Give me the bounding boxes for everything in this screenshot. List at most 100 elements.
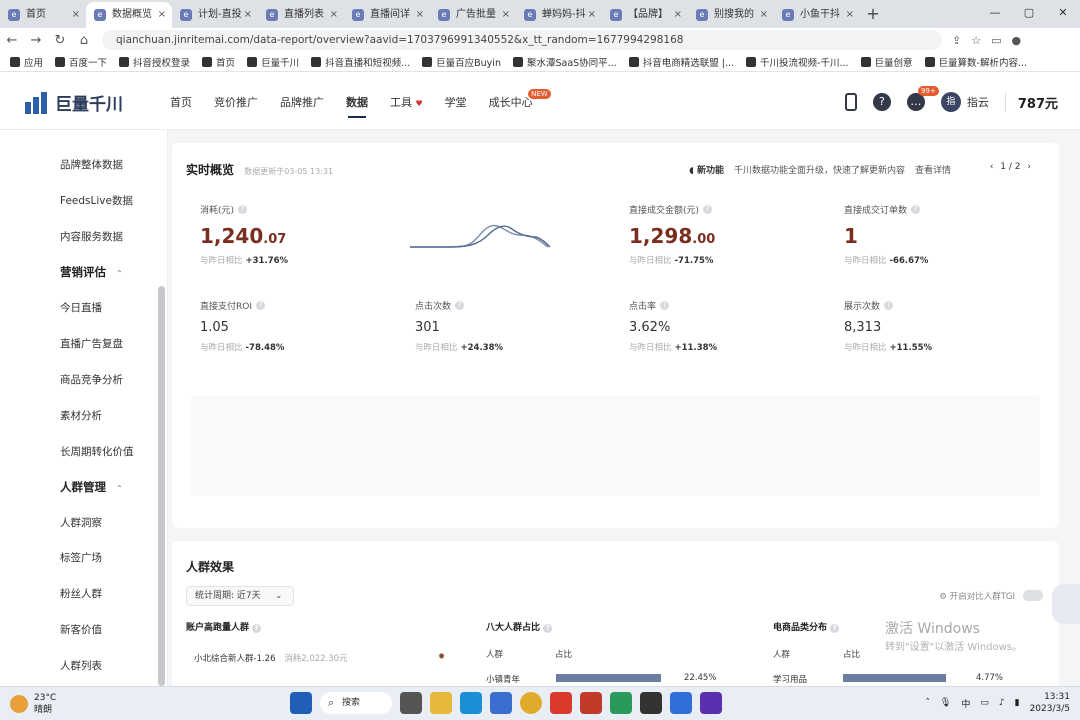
user-menu[interactable]: 指 指云 [940,92,989,112]
metric-card[interactable]: 消耗(元)? 1,240.07 与昨日相比 +31.76% [200,203,288,266]
home-icon[interactable]: ⌂ [72,33,96,48]
app-icon[interactable] [700,692,722,714]
back-icon[interactable]: ← [0,33,24,48]
sidebar-item[interactable]: 长周期转化价值 [60,444,134,459]
minimize-icon[interactable]: — [978,0,1012,26]
browser-tab[interactable]: e 直播列表 × [258,2,344,28]
metric-card[interactable]: 直接成交订单数? 1 与昨日相比 -66.67% [844,203,928,266]
message-icon[interactable]: … 99+ [906,86,939,111]
notice-details-link[interactable]: 查看详情 [915,163,951,176]
task-view-icon[interactable] [400,692,422,714]
tab-close-icon[interactable]: × [416,2,424,28]
ime-indicator[interactable]: 中 [961,697,970,710]
browser-tab[interactable]: e 直播间详 × [344,2,430,28]
clock[interactable]: 13:31 2023/3/5 [1030,691,1070,715]
nav-item[interactable]: 学堂 [445,94,467,110]
bookmark-item[interactable]: 应用 [10,55,43,69]
bookmark-item[interactable]: 抖音直播和短视频... [311,55,410,69]
new-tab-button[interactable]: + [860,2,886,28]
tab-close-icon[interactable]: × [674,2,682,28]
tgi-toggle[interactable] [1023,590,1043,601]
sidebar-item[interactable]: 素材分析 [60,408,102,423]
file-explorer-icon[interactable] [430,692,452,714]
bookmark-item[interactable]: 巨量创意 [860,55,913,69]
sidebar-item[interactable]: FeedsLive数据 [60,193,133,208]
start-icon[interactable] [290,692,312,714]
browser-tab[interactable]: e 别搜我的 × [688,2,774,28]
tray-expand-icon[interactable]: ˄ [925,698,930,708]
assistant-robot-icon[interactable] [1052,584,1080,624]
reload-icon[interactable]: ↻ [48,33,72,48]
sidebar-item[interactable]: 粉丝人群 [60,586,102,601]
tab-close-icon[interactable]: × [330,2,338,28]
sidebar-item[interactable]: 人群洞察 [60,515,102,530]
close-icon[interactable]: ✕ [1046,0,1080,26]
bookmark-star-icon[interactable]: ☆ [971,34,981,47]
tab-close-icon[interactable]: × [72,2,80,28]
sidebar-scrollbar[interactable] [158,286,165,686]
app-icon[interactable] [640,692,662,714]
tab-close-icon[interactable]: × [502,2,510,28]
prev-icon[interactable]: ‹ [990,162,994,172]
app-icon[interactable] [550,692,572,714]
bookmark-item[interactable]: 巨量算数-解析内容... [924,55,1027,69]
weather-widget[interactable]: 23°C 晴朗 [10,692,56,716]
share-icon[interactable]: ⇪ [952,34,961,47]
metric-card[interactable]: 展示次数? 8,313 与昨日相比 +11.55% [844,299,932,353]
bookmark-item[interactable]: 首页 [202,55,235,69]
browser-tab[interactable]: e 蝉妈妈-抖 × [516,2,602,28]
tab-close-icon[interactable]: × [846,2,854,28]
nav-item[interactable]: 首页 [170,94,192,110]
help-icon[interactable]: ? [660,301,670,310]
microphone-icon[interactable]: 🎙 [940,698,951,708]
browser-tab[interactable]: e 数据概览 × [86,2,172,28]
wechat-icon[interactable] [610,692,632,714]
logo[interactable]: 巨量千川 [25,90,123,115]
metric-card[interactable]: 点击次数? 301 与昨日相比 +24.38% [415,299,503,353]
maximize-icon[interactable]: ▢ [1012,0,1046,26]
edge-icon[interactable] [460,692,482,714]
browser-tab[interactable]: e 计划-直投 × [172,2,258,28]
nav-item[interactable]: 品牌推广 [280,94,324,110]
bookmark-item[interactable]: 千川投流视频-千川... [746,55,849,69]
period-select[interactable]: 统计周期: 近7天 ⌄ [186,586,294,606]
help-icon[interactable]: ? [455,301,465,310]
bookmark-item[interactable]: 百度一下 [55,55,107,69]
sidebar-group[interactable]: 人群管理 ⌃ [60,479,123,495]
wps-icon[interactable] [580,692,602,714]
help-icon[interactable]: ? [238,205,248,214]
nav-item[interactable]: 数据 [346,94,368,118]
app-icon[interactable] [670,692,692,714]
chrome-icon[interactable] [520,692,542,714]
help-icon[interactable]: ? [703,205,713,214]
tab-close-icon[interactable]: × [244,2,252,28]
forward-icon[interactable]: → [24,33,48,48]
volume-icon[interactable]: ♪ [999,698,1005,708]
sidebar-item[interactable]: 品牌整体数据 [60,157,123,172]
bookmark-item[interactable]: 巨量百应Buyin [422,55,501,69]
battery-icon[interactable]: ▮ [1015,698,1020,708]
sidebar-item[interactable]: 人群列表 [60,658,102,673]
sidebar-item[interactable]: 直播广告复盘 [60,336,123,351]
nav-item[interactable]: 工具 ♥ [390,94,423,110]
sidebar-item[interactable]: 标签广场 [60,550,102,565]
sidebar-group[interactable]: 营销评估 ⌃ [60,264,123,280]
profile-icon[interactable]: ● [1012,34,1022,47]
browser-tab[interactable]: e 小鱼干抖 × [774,2,860,28]
bookmark-item[interactable]: 抖音授权登录 [119,55,190,69]
sidebar-item[interactable]: 新客价值 [60,622,102,637]
mobile-icon[interactable] [844,93,857,111]
taskbar-search[interactable]: 搜索 [320,692,392,714]
metric-card[interactable]: 直接成交金额(元)? 1,298.00 与昨日相比 -71.75% [629,203,715,266]
tab-close-icon[interactable]: × [158,2,166,28]
tab-close-icon[interactable]: × [588,2,596,28]
bookmark-item[interactable]: 聚水潭SaaS协同平... [512,55,617,69]
account-crowd-row[interactable]: 小北综合新人群-1.26 消耗2,022.30元 [194,652,348,664]
network-icon[interactable]: ▭ [980,698,989,708]
help-icon[interactable]: ? [872,93,891,111]
url-input[interactable]: qianchuan.jinritemai.com/data-report/ove… [102,30,942,50]
bookmark-item[interactable]: 巨量千川 [247,55,299,69]
store-icon[interactable] [490,692,512,714]
browser-tab[interactable]: e 首页 × [0,2,86,28]
next-icon[interactable]: › [1027,162,1031,172]
